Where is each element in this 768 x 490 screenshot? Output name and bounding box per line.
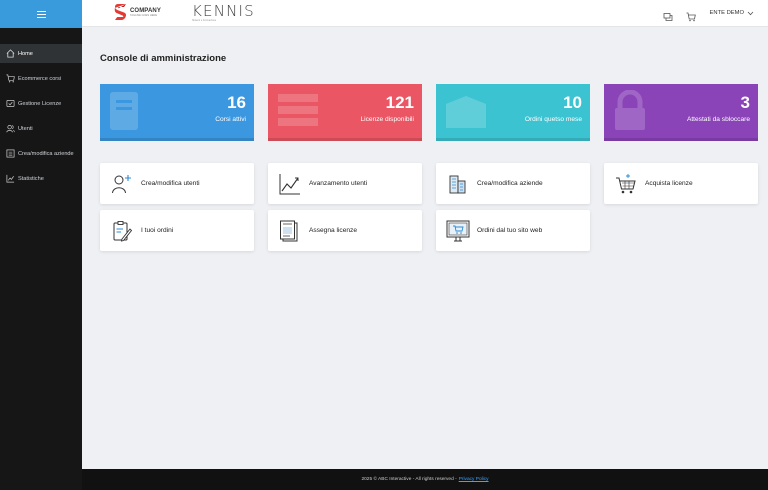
cart-button[interactable] [686,9,696,22]
cart-icon [5,74,15,84]
company-logo-tagline: TAGLINE GOES HERE [130,13,158,17]
privacy-policy-link[interactable]: Privacy Policy [459,477,489,482]
action-crea-utenti[interactable]: Crea/modifica utenti [100,163,254,204]
sidebar-item-label: Home [18,50,33,57]
chart-icon [5,174,15,184]
stat-label: Licenze disponibili [360,116,414,123]
stat-label: Corsi attivi [215,116,246,123]
stat-footer-bar [604,138,758,141]
company-logo[interactable]: COMPANY TAGLINE GOES HERE [114,3,161,21]
sidebar-item-label: Crea/modifica aziende [18,150,74,157]
stat-licenze-disponibili[interactable]: 121 Licenze disponibili [268,84,422,141]
book-icon [110,92,138,130]
user-menu[interactable]: ENTE DEMO [710,10,754,16]
line-chart-icon [278,172,302,196]
sidebar-item-utenti[interactable]: Utenti [0,119,82,138]
stat-value: 3 [740,93,750,112]
chat-icon [663,13,673,21]
page-title: Console di amministrazione [100,53,227,64]
stat-label: Attestati da sbloccare [686,116,750,123]
stat-footer-bar [268,138,422,141]
notifications-button[interactable] [663,9,673,21]
users-icon [5,124,15,134]
stat-attestati[interactable]: 3 Attestati da sbloccare [604,84,758,141]
home-icon [5,49,15,59]
sidebar-item-ecommerce[interactable]: Ecommerce corsi [0,69,82,88]
company-s-logo-icon [114,4,126,20]
sidebar-item-label: Utenti [18,125,33,132]
action-label: Crea/modifica utenti [141,180,200,187]
shopping-cart-icon [614,172,638,196]
document-icon [278,219,302,243]
action-label: Assegna licenze [309,227,358,234]
sidebar: Home Ecommerce corsi Gestione Licenze Ut… [0,0,82,490]
sidebar-item-home[interactable]: Home [0,44,82,63]
action-acquista-licenze[interactable]: Acquista licenze [604,163,758,204]
lock-icon [615,90,645,130]
box-icon [446,96,486,128]
building-icon [5,149,15,159]
sidebar-item-licenze[interactable]: Gestione Licenze [0,94,82,113]
footer-copyright: 2025 © ABC Interactive - All rights rese… [361,477,457,482]
add-user-icon [110,172,134,196]
action-crea-aziende[interactable]: Crea/modifica aziende [436,163,590,204]
sidebar-item-statistiche[interactable]: Statistiche [0,169,82,188]
stat-value: 121 [385,93,414,112]
user-menu-label: ENTE DEMO [709,10,744,16]
stat-footer-bar [436,138,590,141]
license-stack-icon [278,94,318,126]
action-label: I tuoi ordini [141,227,174,234]
license-icon [5,99,15,109]
footer: 2025 © ABC Interactive - All rights rese… [82,469,768,490]
chevron-down-icon [747,11,754,15]
action-ordini-sito-web[interactable]: Ordini dal tuo sito web [436,210,590,251]
sidebar-item-label: Gestione Licenze [18,100,62,107]
sidebar-item-label: Ecommerce corsi [18,75,62,82]
stat-label: Ordini quetso mese [524,116,582,123]
stat-value: 10 [563,93,582,112]
company-logo-text: COMPANY [130,7,161,14]
clipboard-icon [110,219,134,243]
action-label: Acquista licenze [645,180,693,187]
kennis-logo[interactable]: KENNIS Sistemi e Formazione [192,2,255,23]
hamburger-icon [36,10,46,18]
top-header: COMPANY TAGLINE GOES HERE KENNIS Sistemi… [82,0,768,27]
action-label: Avanzamento utenti [309,180,368,187]
stat-ordini-mese[interactable]: 10 Ordini quetso mese [436,84,590,141]
menu-toggle-button[interactable] [0,0,82,28]
web-cart-icon [446,219,470,243]
stat-footer-bar [100,138,254,141]
action-assegna-licenze[interactable]: Assegna licenze [268,210,422,251]
cart-icon [686,12,696,22]
sidebar-item-label: Statistiche [18,175,44,182]
action-tuoi-ordini[interactable]: I tuoi ordini [100,210,254,251]
action-label: Ordini dal tuo sito web [477,227,543,234]
action-label: Crea/modifica aziende [477,180,543,187]
stat-corsi-attivi[interactable]: 16 Corsi attivi [100,84,254,141]
buildings-icon [446,172,470,196]
stat-value: 16 [227,93,246,112]
action-avanzamento-utenti[interactable]: Avanzamento utenti [268,163,422,204]
sidebar-item-aziende[interactable]: Crea/modifica aziende [0,144,82,163]
kennis-logo-text: KENNIS [192,2,255,20]
